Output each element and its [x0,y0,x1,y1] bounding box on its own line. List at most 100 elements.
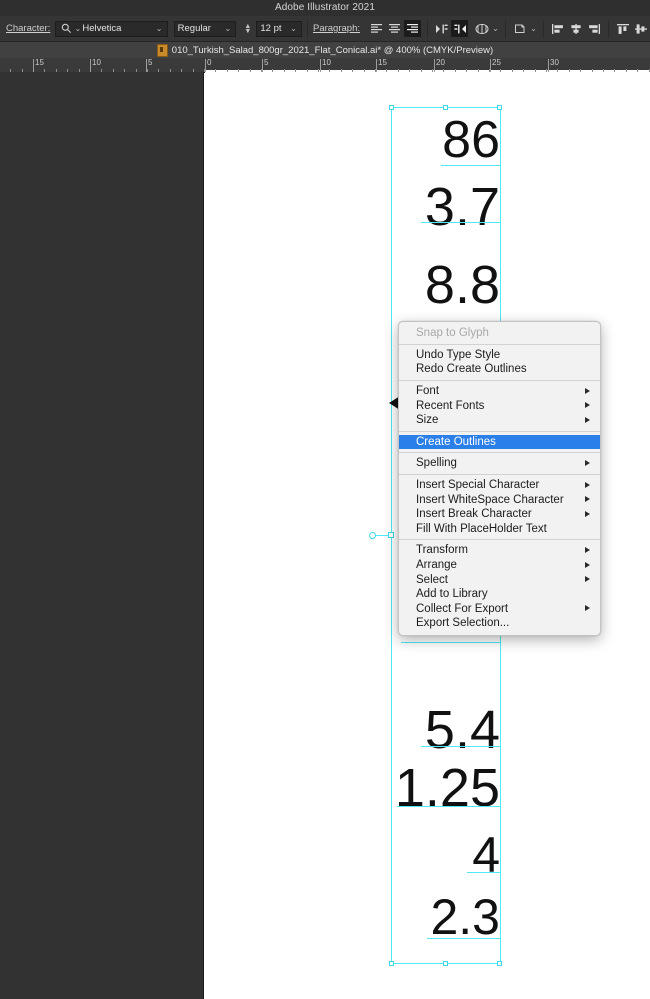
text-frame-in-port[interactable] [369,532,376,539]
context-menu-item[interactable]: Select [399,572,600,587]
submenu-arrow-icon [585,402,590,409]
align-center-icon[interactable] [386,20,403,37]
font-style-field[interactable]: Regular ⌄ [173,20,237,37]
context-menu-separator [399,430,600,432]
ruler-label: 30 [550,58,559,67]
context-menu-item[interactable]: Size [399,413,600,428]
align-objects-right-icon[interactable] [585,20,602,37]
document-file-icon [156,43,168,57]
context-menu-item[interactable]: Insert Special Character [399,478,600,493]
toolbar-divider [543,19,544,38]
context-menu-item-label: Fill With PlaceHolder Text [416,522,547,535]
artwork-number[interactable]: 3.7 [425,180,500,234]
stepper-down-icon: ▼ [244,27,252,35]
artwork-number[interactable]: 86 [442,114,500,166]
application-title: Adobe Illustrator 2021 [274,2,376,13]
font-style-chevron-down-icon[interactable]: ⌄ [223,24,232,33]
context-menu-item[interactable]: Add to Library [399,587,600,602]
context-menu-item[interactable]: Fill With PlaceHolder Text [399,522,600,537]
context-menu-item-label: Transform [416,544,468,557]
submenu-arrow-icon [585,605,590,612]
context-menu-item-label: Select [416,573,448,586]
submenu-arrow-icon [585,510,590,517]
context-menu-item-label: Insert Special Character [416,479,540,492]
horizontal-ruler[interactable]: 15 10 5 0 5 10 15 20 25 30 [0,58,650,73]
ruler-label: 15 [35,58,44,67]
context-menu-item[interactable]: Font [399,384,600,399]
context-menu-item[interactable]: Create Outlines [399,434,600,450]
font-size-field[interactable]: 12 pt ⌄ [256,20,302,37]
ruler-label: 5 [148,58,153,67]
selection-handle-top-center[interactable] [443,105,448,110]
text-frame-out-port[interactable] [388,532,394,538]
align-objects-center-vertical-icon[interactable] [632,20,649,37]
context-menu-item[interactable]: Spelling [399,456,600,471]
context-menu-item-label: Recent Fonts [416,399,485,412]
ruler-label: 25 [492,58,501,67]
font-family-field[interactable]: ⌄ Helvetica ⌄ [55,20,168,37]
context-menu-item-label: Insert Break Character [416,508,532,521]
toolbar-divider [505,19,506,38]
align-objects-top-icon[interactable] [614,20,631,37]
character-label: Character: [6,23,51,34]
align-left-icon[interactable] [368,20,385,37]
recolor-artwork-icon[interactable] [473,20,490,37]
touch-type-chevron-down-icon[interactable]: ⌄ [529,24,538,33]
toolbar-divider [608,19,609,38]
text-baseline [397,806,501,807]
selection-handle-bottom-center[interactable] [443,961,448,966]
paragraph-alignment-group [368,20,422,37]
document-tab-title: 010_Turkish_Salad_800gr_2021_Flat_Conica… [171,44,494,56]
font-search-chevron-down-icon: ⌄ [74,23,82,33]
context-menu-item[interactable]: Arrange [399,558,600,573]
context-menu-item[interactable]: Collect For Export [399,602,600,617]
context-menu-item: Snap to Glyph [399,326,600,341]
paragraph-label: Paragraph: [312,23,360,34]
workspace-left-pasteboard [0,72,204,999]
ruler-label: 5 [264,58,269,67]
align-objects-left-icon[interactable] [549,20,566,37]
text-baseline [421,222,501,223]
context-menu-item[interactable]: Recent Fonts [399,398,600,413]
align-right-icon[interactable] [404,20,421,37]
context-menu-separator [399,343,600,345]
submenu-arrow-icon [585,576,590,583]
selection-handle-top-left[interactable] [389,105,394,110]
context-menu-item[interactable]: Undo Type Style [399,348,600,363]
text-direction-ltr-icon[interactable] [433,20,450,37]
text-baseline [467,872,501,873]
toolbar-divider [306,19,308,38]
artwork-number[interactable]: 5.4 [425,703,500,757]
selection-handle-top-right[interactable] [497,105,502,110]
artwork-number[interactable]: 2.3 [430,892,500,942]
context-menu-item[interactable]: Redo Create Outlines [399,362,600,377]
text-baseline [421,746,501,747]
document-tab-bar[interactable]: 010_Turkish_Salad_800gr_2021_Flat_Conica… [0,42,650,59]
align-objects-center-horizontal-icon[interactable] [567,20,584,37]
context-menu-item[interactable]: Insert Break Character [399,507,600,522]
context-menu-item[interactable]: Transform [399,543,600,558]
font-size-chevron-down-icon[interactable]: ⌄ [289,24,298,33]
ruler-label: 20 [436,58,445,67]
ruler-label: 10 [322,58,331,67]
artwork-number[interactable]: 8.8 [425,258,500,312]
selection-handle-bottom-right[interactable] [497,961,502,966]
touch-type-tool-icon[interactable] [511,20,528,37]
search-icon [59,23,73,34]
selection-handle-bottom-left[interactable] [389,961,394,966]
font-family-chevron-down-icon[interactable]: ⌄ [155,24,164,33]
text-direction-rtl-icon[interactable] [451,20,468,37]
context-menu[interactable]: Snap to Glyph Undo Type Style Redo Create … [398,321,601,636]
context-menu-item[interactable]: Export Selection... [399,616,600,631]
recolor-chevron-down-icon[interactable]: ⌄ [491,24,500,33]
submenu-arrow-icon [585,416,590,423]
illustrator-window: Adobe Illustrator 2021 Character: ⌄ Helv… [0,0,650,999]
context-menu-item-label: Redo Create Outlines [416,363,527,376]
submenu-arrow-icon [585,496,590,503]
context-menu-separator [399,473,600,475]
toolbar-divider [427,19,428,38]
font-size-stepper[interactable]: ▲ ▼ [242,23,253,35]
context-menu-item[interactable]: Insert WhiteSpace Character [399,492,600,507]
context-menu-separator [399,452,600,454]
font-family-value: Helvetica [82,23,122,34]
